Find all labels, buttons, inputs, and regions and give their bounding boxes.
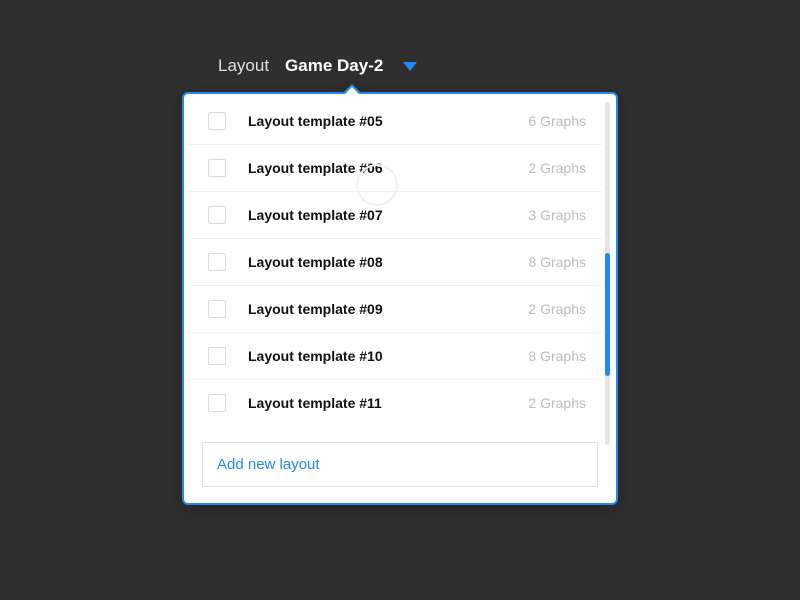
layout-label: Layout	[218, 56, 269, 76]
layout-template-meta: 6 Graphs	[528, 113, 586, 129]
layout-template-meta: 3 Graphs	[528, 207, 586, 223]
layout-template-name: Layout template #11	[248, 395, 382, 411]
layout-template-meta: 8 Graphs	[528, 254, 586, 270]
panel-notch-inner-icon	[345, 87, 359, 94]
scrollbar-track[interactable]	[605, 102, 610, 445]
add-new-layout-input[interactable]	[202, 442, 598, 487]
layout-current-name: Game Day-2	[285, 56, 383, 76]
layout-template-row[interactable]: Layout template #07 3 Graphs	[188, 192, 602, 239]
select-checkbox[interactable]	[208, 159, 226, 177]
layout-template-name: Layout template #10	[248, 348, 383, 364]
layout-template-row[interactable]: Layout template #11 2 Graphs	[188, 380, 602, 426]
layout-template-name: Layout template #07	[248, 207, 383, 223]
layout-template-row[interactable]: Layout template #10 8 Graphs	[188, 333, 602, 380]
select-checkbox[interactable]	[208, 347, 226, 365]
layout-template-row[interactable]: Layout template #06 2 Graphs	[188, 145, 602, 192]
scrollbar-thumb[interactable]	[605, 253, 610, 376]
layout-template-row[interactable]: Layout template #08 8 Graphs	[188, 239, 602, 286]
select-checkbox[interactable]	[208, 253, 226, 271]
layout-selector-header[interactable]: Layout Game Day-2	[218, 56, 417, 76]
layout-template-name: Layout template #06	[248, 160, 383, 176]
select-checkbox[interactable]	[208, 112, 226, 130]
chevron-down-icon[interactable]	[403, 62, 417, 71]
layout-template-meta: 8 Graphs	[528, 348, 586, 364]
layout-template-row[interactable]: Layout template #09 2 Graphs	[188, 286, 602, 333]
select-checkbox[interactable]	[208, 394, 226, 412]
select-checkbox[interactable]	[208, 206, 226, 224]
layout-template-name: Layout template #05	[248, 113, 383, 129]
layout-template-row[interactable]: Layout template #05 6 Graphs	[188, 98, 602, 145]
layout-template-list: Layout template #05 6 Graphs Layout temp…	[188, 98, 602, 438]
layout-template-meta: 2 Graphs	[528, 160, 586, 176]
layout-template-meta: 2 Graphs	[528, 301, 586, 317]
layout-dropdown-panel: Layout template #05 6 Graphs Layout temp…	[182, 92, 618, 505]
select-checkbox[interactable]	[208, 300, 226, 318]
layout-template-name: Layout template #08	[248, 254, 383, 270]
layout-template-meta: 2 Graphs	[528, 395, 586, 411]
layout-template-name: Layout template #09	[248, 301, 383, 317]
